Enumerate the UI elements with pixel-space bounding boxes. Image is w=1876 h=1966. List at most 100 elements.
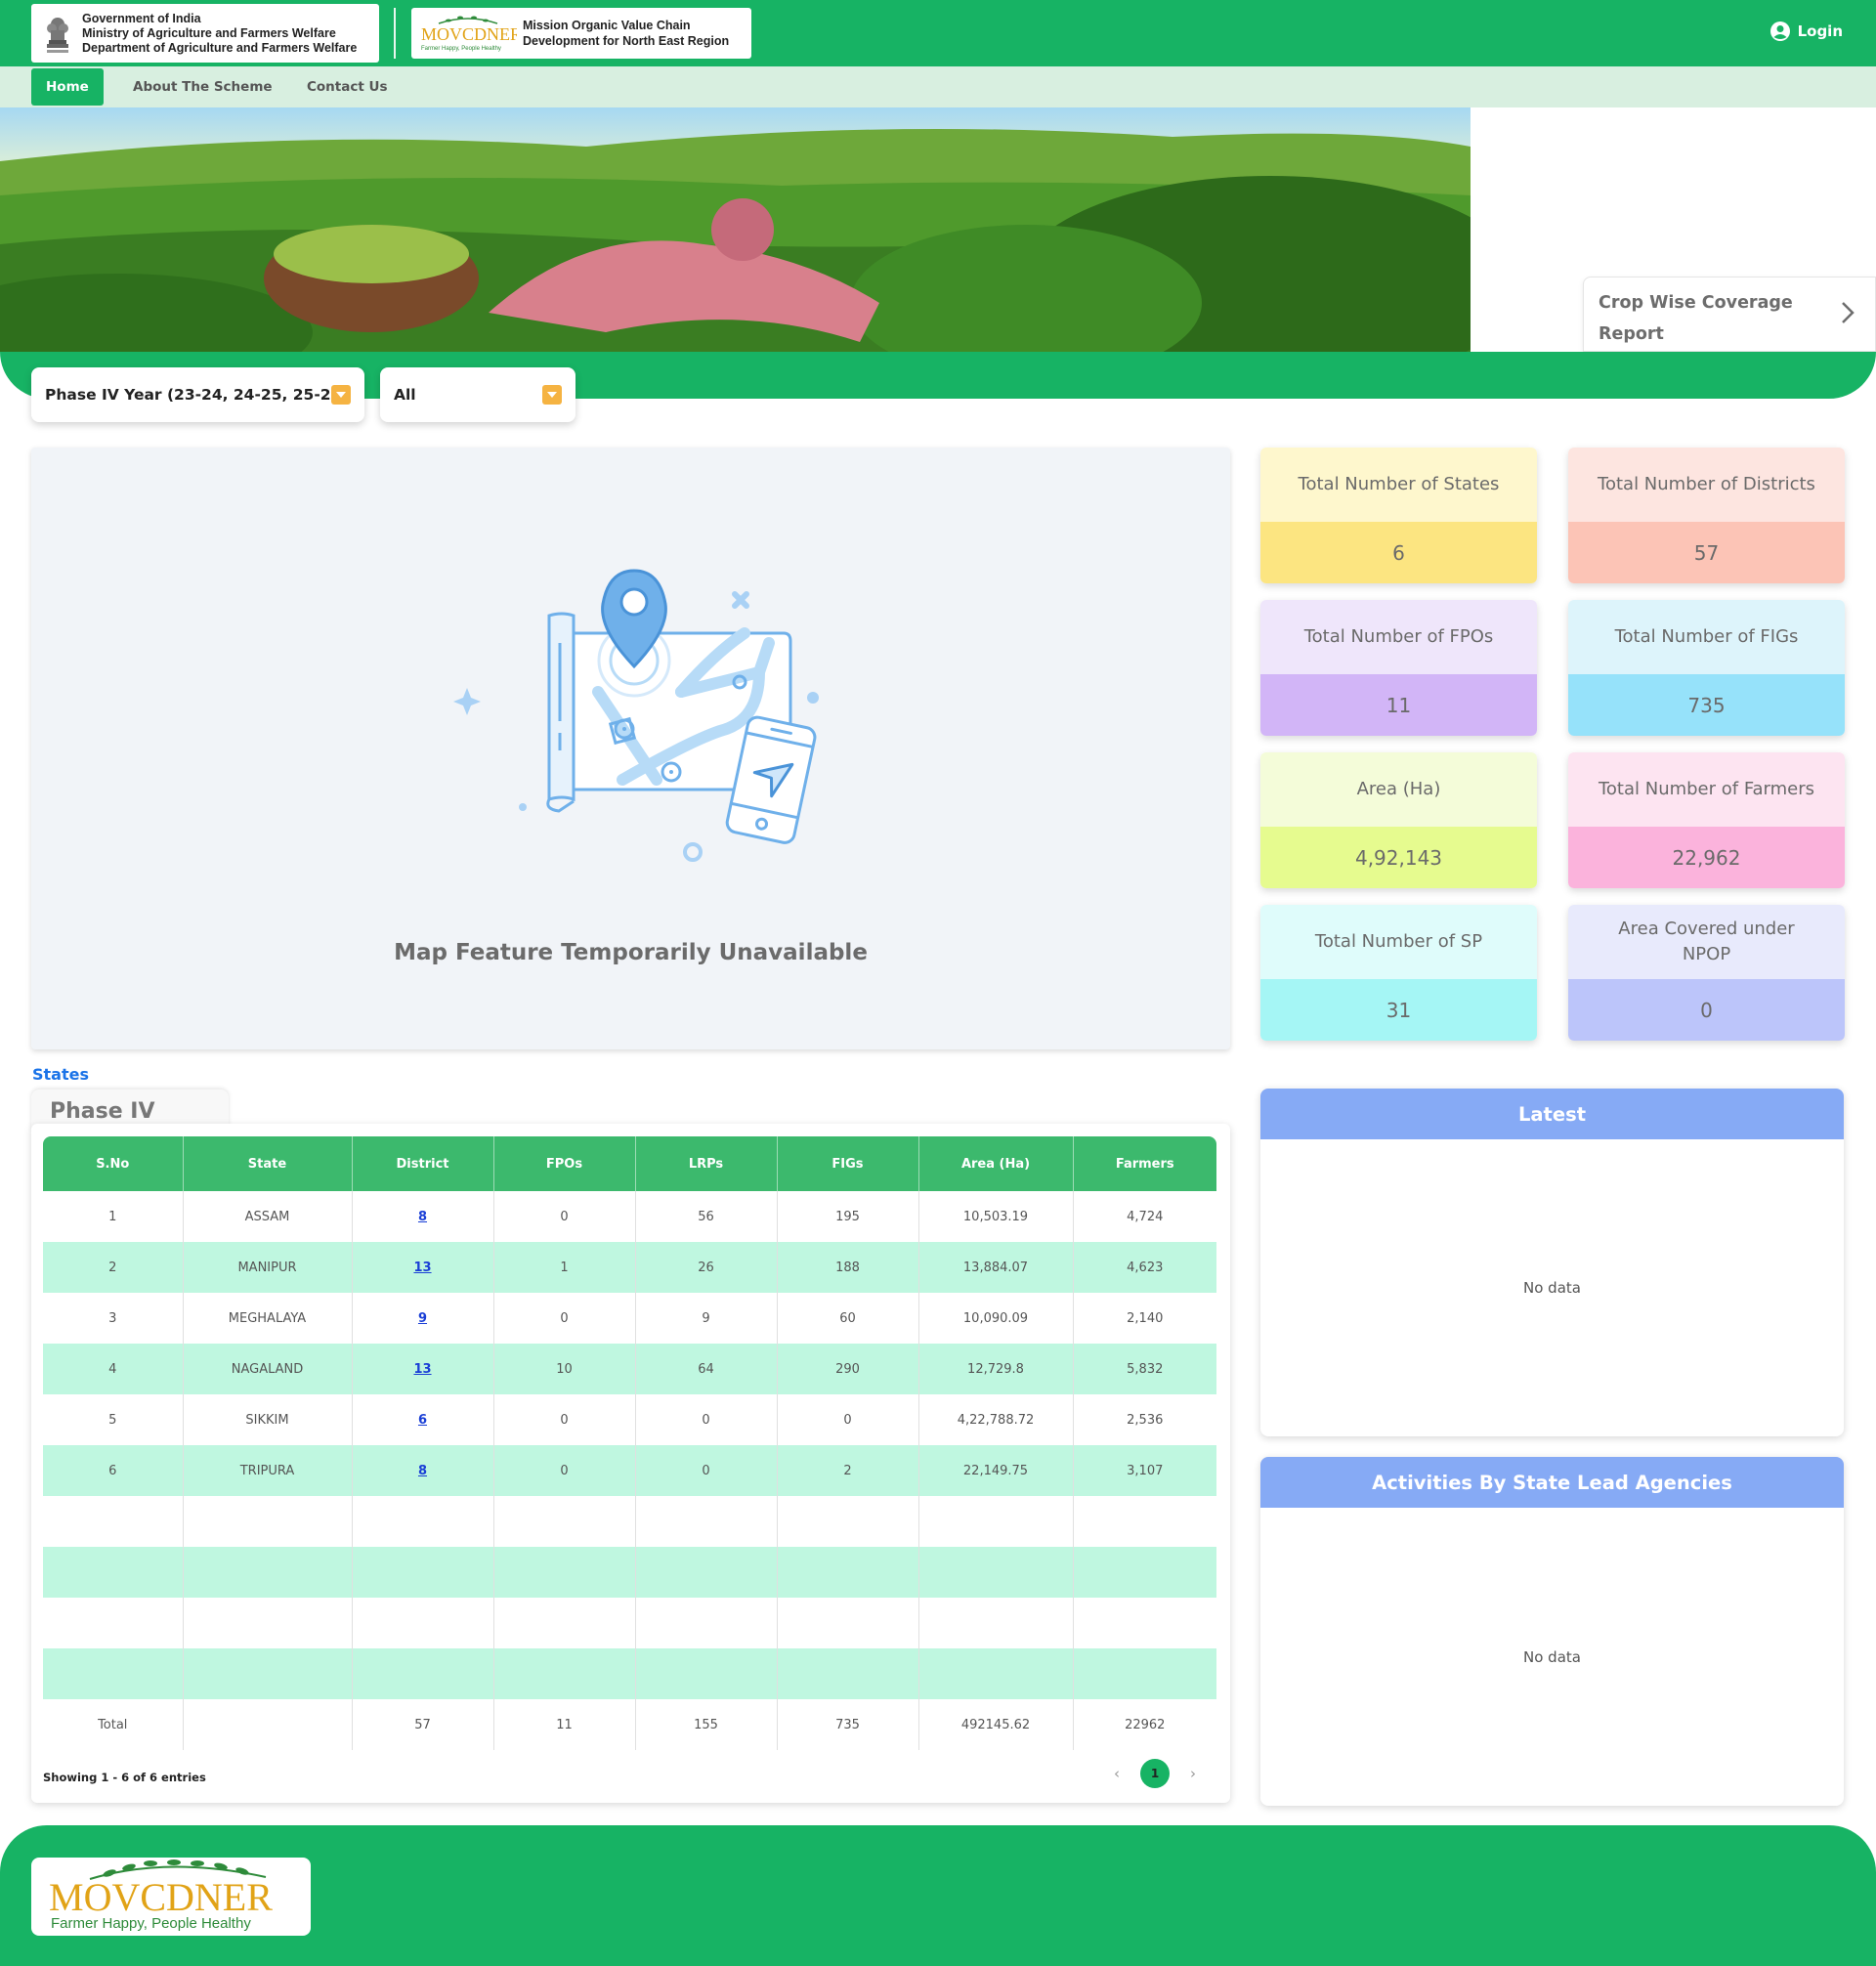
nav-about-the-scheme[interactable]: About The Scheme [118, 68, 287, 106]
district-count-link[interactable]: 6 [418, 1413, 427, 1428]
top-header: Government of India Ministry of Agricult… [0, 0, 1876, 66]
stat-value: 0 [1568, 979, 1845, 1041]
table-cell-empty [493, 1648, 636, 1699]
table-cell-empty [635, 1598, 778, 1648]
table-cell: 10,503.19 [918, 1191, 1074, 1242]
col-state[interactable]: State [183, 1136, 353, 1191]
stat-value: 11 [1260, 674, 1537, 736]
col-farmers[interactable]: Farmers [1073, 1136, 1216, 1191]
table-cell: 5,832 [1073, 1344, 1216, 1394]
table-cell: 22,149.75 [918, 1445, 1074, 1496]
table-cell-empty [777, 1547, 919, 1598]
phase-year-select[interactable]: Phase IV Year (23-24, 24-25, 25-26) [31, 367, 364, 422]
table-cell-empty [493, 1598, 636, 1648]
table-cell-empty [918, 1496, 1074, 1547]
page-number-current[interactable]: 1 [1140, 1759, 1170, 1788]
government-text: Government of India Ministry of Agricult… [82, 12, 357, 56]
table-cell-empty [918, 1648, 1074, 1699]
col-sno[interactable]: S.No [43, 1136, 184, 1191]
col-district[interactable]: District [352, 1136, 494, 1191]
stat-label: Area Covered under NPOP [1568, 905, 1845, 979]
table-cell: 13,884.07 [918, 1242, 1074, 1293]
table-total-row: Total 57 11 155 735 492145.62 22962 [43, 1699, 1216, 1750]
table-cell-empty [635, 1648, 778, 1699]
activities-panel: Activities By State Lead Agencies No dat… [1260, 1457, 1844, 1806]
table-cell-empty [1073, 1547, 1216, 1598]
mission-text: Mission Organic Value Chain Development … [523, 18, 729, 49]
table-cell-empty [183, 1547, 353, 1598]
national-emblem-icon [37, 9, 78, 58]
total-cell: 11 [493, 1699, 636, 1750]
latest-panel: Latest No data [1260, 1089, 1844, 1436]
stat-label: Total Number of Districts [1568, 448, 1845, 522]
table-row: 1 ASSAM 8 0 56 195 10,503.19 4,724 [43, 1191, 1216, 1242]
stat-label: Total Number of States [1260, 448, 1537, 522]
map-panel: Map Feature Temporarily Unavailable [31, 448, 1230, 1049]
table-cell: 8 [352, 1445, 494, 1496]
nav-home[interactable]: Home [31, 68, 104, 106]
phase-year-value: Phase IV Year (23-24, 24-25, 25-26) [45, 386, 349, 404]
table-cell: 188 [777, 1242, 919, 1293]
table-cell: 0 [493, 1191, 636, 1242]
login-button[interactable]: Login [1769, 21, 1843, 41]
table-cell: 0 [493, 1394, 636, 1445]
states-link[interactable]: States [32, 1065, 89, 1084]
pagination: ‹ 1 › [1103, 1759, 1207, 1788]
table-cell: 6 [352, 1394, 494, 1445]
stat-card: Total Number of Farmers 22,962 [1568, 752, 1845, 888]
table-cell-empty [352, 1496, 494, 1547]
district-count-link[interactable]: 8 [418, 1210, 427, 1224]
prev-page-icon[interactable]: ‹ [1103, 1765, 1130, 1782]
mission-line-1: Mission Organic Value Chain [523, 19, 691, 32]
table-cell: 13 [352, 1344, 494, 1394]
chevron-right-icon [1842, 302, 1855, 323]
table-cell: 2,536 [1127, 1412, 1164, 1428]
table-row-empty [43, 1648, 1216, 1699]
table-cell-empty [183, 1648, 353, 1699]
stat-value: 31 [1260, 979, 1537, 1041]
table-cell: ASSAM [183, 1191, 353, 1242]
col-fpos[interactable]: FPOs [493, 1136, 636, 1191]
footer-tagline: Farmer Happy, People Healthy [51, 1915, 251, 1932]
state-select[interactable]: All [380, 367, 576, 422]
table-cell: 0 [635, 1394, 778, 1445]
crop-wise-coverage-report-link[interactable]: Crop Wise Coverage Report [1583, 277, 1876, 352]
states-table: S.No State District FPOs LRPs FIGs Area … [43, 1136, 1216, 1750]
table-cell: 3 [43, 1293, 184, 1344]
activities-empty-text: No data [1523, 1647, 1581, 1666]
hero-banner-image [0, 107, 1471, 352]
table-row: 4 NAGALAND 13 10 64 290 12,729.8 5,832 [43, 1344, 1216, 1394]
stat-value: 22,962 [1568, 827, 1845, 888]
table-cell-empty [352, 1648, 494, 1699]
entries-summary: Showing 1 - 6 of 6 entries [43, 1771, 206, 1784]
col-lrps[interactable]: LRPs [635, 1136, 778, 1191]
total-cell: Total [43, 1699, 184, 1750]
table-cell-empty [777, 1598, 919, 1648]
nav-contact-us[interactable]: Contact Us [292, 68, 403, 106]
table-cell-empty [1073, 1648, 1216, 1699]
table-cell-empty [777, 1496, 919, 1547]
footer-logo-text: MOVCDNER [49, 1875, 273, 1919]
table-cell: 26 [635, 1242, 778, 1293]
district-count-link[interactable]: 13 [413, 1261, 431, 1275]
table-cell-empty [183, 1496, 353, 1547]
table-cell: 13 [352, 1242, 494, 1293]
stat-card: Total Number of SP 31 [1260, 905, 1537, 1041]
table-cell: 4 [43, 1344, 184, 1394]
table-cell-empty [43, 1496, 184, 1547]
district-count-link[interactable]: 8 [418, 1464, 427, 1478]
col-figs[interactable]: FIGs [777, 1136, 919, 1191]
mission-line-2: Development for North East Region [523, 34, 730, 48]
table-cell: 3,107 [1073, 1445, 1216, 1496]
table-cell-empty [635, 1547, 778, 1598]
table-cell-empty [493, 1496, 636, 1547]
col-area[interactable]: Area (Ha) [918, 1136, 1074, 1191]
table-cell: MEGHALAYA [183, 1293, 353, 1344]
mission-branding: MOVCDNER Farmer Happy, People Healthy Mi… [411, 8, 751, 59]
stat-label: Total Number of FIGs [1568, 600, 1845, 674]
next-page-icon[interactable]: › [1179, 1765, 1207, 1782]
district-count-link[interactable]: 9 [418, 1311, 427, 1326]
stat-card: Area (Ha) 4,92,143 [1260, 752, 1537, 888]
stat-card: Total Number of FPOs 11 [1260, 600, 1537, 736]
district-count-link[interactable]: 13 [413, 1362, 431, 1377]
